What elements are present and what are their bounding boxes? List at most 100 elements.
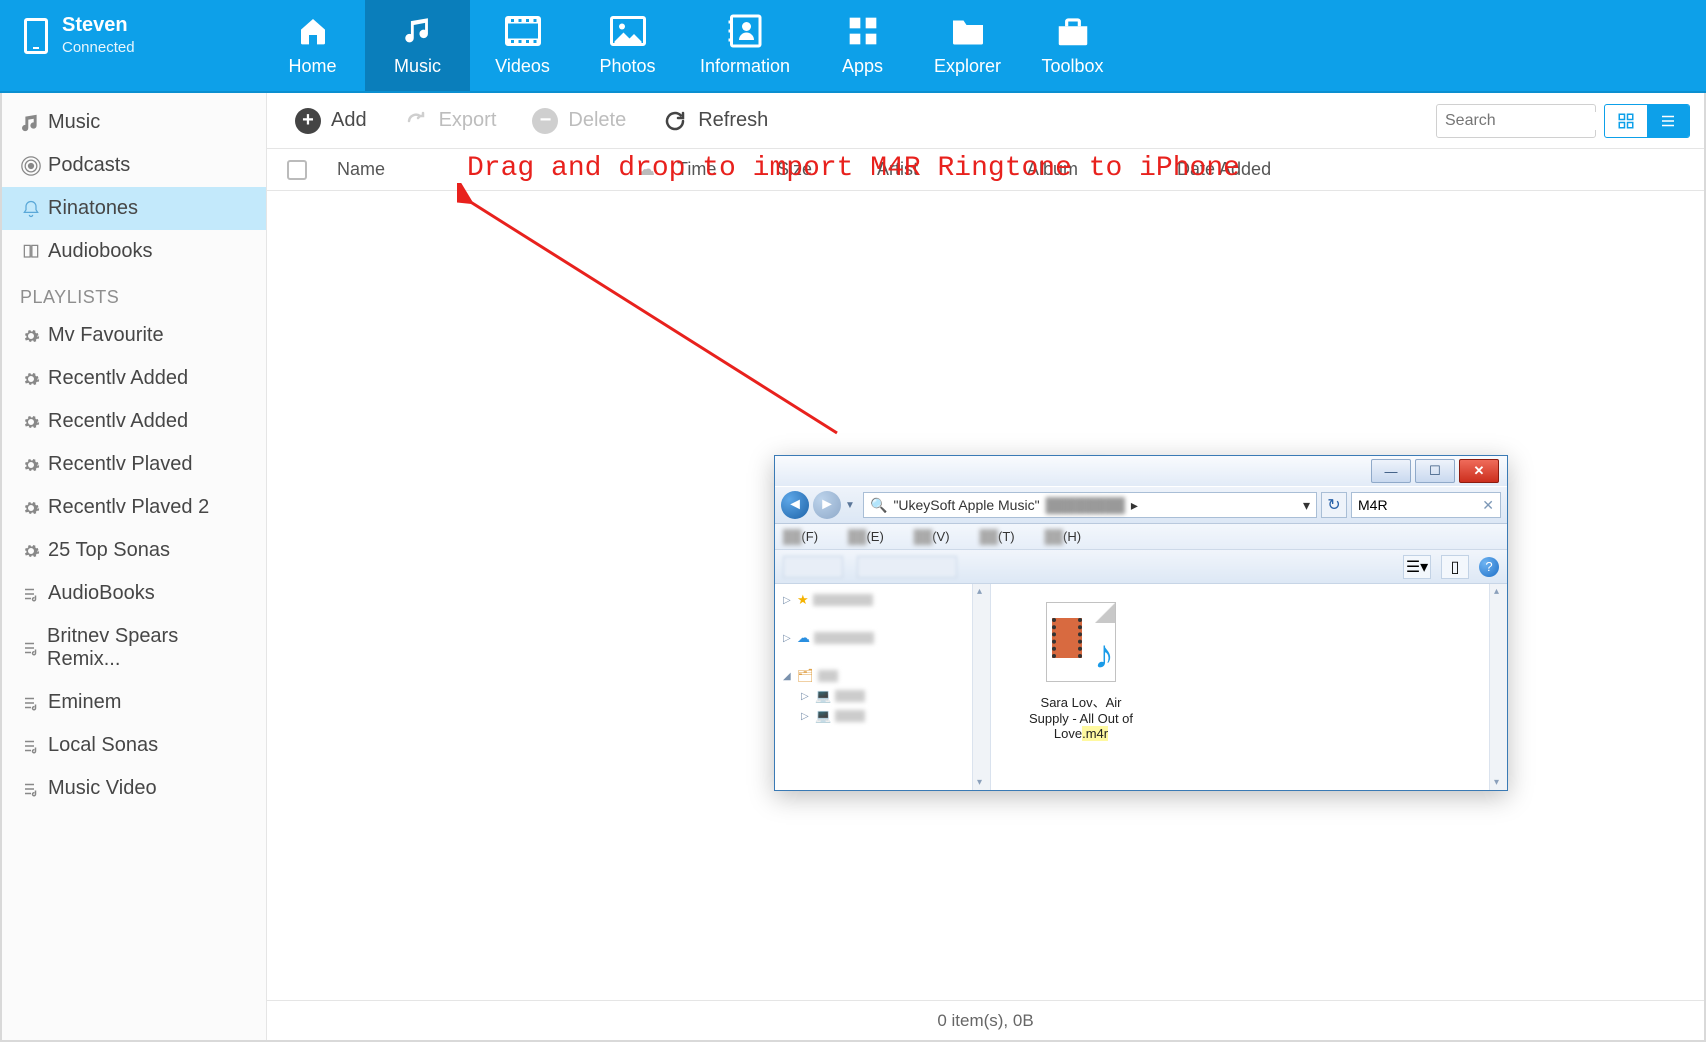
sidebar-item-label: Recentlv Added [48,367,188,390]
tree-item-computer[interactable]: ▷💻 [779,686,986,706]
tab-toolbox[interactable]: Toolbox [1020,0,1125,91]
clear-filter-icon[interactable]: ✕ [1482,497,1494,514]
help-button[interactable]: ? [1479,557,1499,577]
tab-information[interactable]: Information [680,0,810,91]
menu-tools[interactable]: ██(T) [980,529,1015,544]
sidebar-item-label: Eminem [48,691,121,714]
top-navigation: Steven Connected Home Music Videos Photo… [0,0,1706,93]
organize-button[interactable] [783,556,843,578]
explorer-commandbar: ☰▾ ▯ ? [775,550,1507,584]
bell-icon [20,198,42,220]
annotation-text: Drag and drop to import M4R Ringtone to … [467,153,1240,184]
minus-icon: − [532,108,558,134]
tab-photos[interactable]: Photos [575,0,680,91]
files-scrollbar[interactable] [1489,584,1507,790]
tab-music[interactable]: Music [365,0,470,91]
sidebar-item-label: Music [48,111,100,134]
export-button[interactable]: Export [389,102,511,140]
tab-explorer[interactable]: Explorer [915,0,1020,91]
sidebar-item-podcasts[interactable]: Podcasts [2,144,266,187]
file-icon: ♪ [1036,594,1126,688]
sidebar-playlist-favourite[interactable]: Mv Favourite [2,314,266,357]
file-item-m4r[interactable]: ♪ Sara Lov、Air Supply - All Out of Love.… [1021,594,1141,741]
gear-icon [20,325,42,347]
gear-icon [20,368,42,390]
list-view-button[interactable] [1647,105,1689,137]
command-button[interactable] [857,556,957,578]
sidebar-item-label: Local Sonas [48,734,158,757]
nav-back-button[interactable]: ◄ [781,491,809,519]
search-filter-box[interactable]: M4R ✕ [1351,492,1501,518]
file-name: Sara Lov、Air Supply - All Out of Love.m4… [1021,692,1141,741]
nav-tabs: Home Music Videos Photos Information App… [260,0,1125,91]
tree-item-pc[interactable]: ▷💻 [779,706,986,726]
refresh-button[interactable]: ↻ [1321,492,1347,518]
sidebar-playlist-eminem[interactable]: Eminem [2,681,266,724]
windows-explorer-window[interactable]: — ☐ ✕ ◄ ► ▼ 🔍 "UkeySoft Apple Music" ███… [774,455,1508,791]
sidebar-playlist-recent1[interactable]: Recentlv Added [2,357,266,400]
nav-forward-button[interactable]: ► [813,491,841,519]
sidebar-playlist-played[interactable]: Recentlv Plaved [2,443,266,486]
status-bar: 0 item(s), 0B [267,1000,1704,1040]
photo-icon [609,14,647,48]
tree-item-cloud[interactable]: ▷☁ [779,628,986,648]
view-toggle [1604,104,1690,138]
phone-icon [24,18,48,54]
tree-item-libraries[interactable]: ◢🗂 [779,666,986,686]
sidebar-item-ringtones[interactable]: Rinatones [2,187,266,230]
tab-apps[interactable]: Apps [810,0,915,91]
sidebar-playlist-audiobooks[interactable]: AudioBooks [2,572,266,615]
explorer-files-pane[interactable]: ♪ Sara Lov、Air Supply - All Out of Love.… [991,584,1507,790]
explorer-menubar: ██(F) ██(E) ██(V) ██(T) ██(H) [775,524,1507,550]
video-icon [504,14,542,48]
playlist-icon [20,778,42,800]
view-options-button[interactable]: ☰▾ [1403,555,1431,579]
book-icon [20,241,42,263]
sidebar-item-label: AudioBooks [48,582,155,605]
menu-edit[interactable]: ██(E) [848,529,884,544]
tab-home[interactable]: Home [260,0,365,91]
menu-file[interactable]: ██(F) [783,529,818,544]
grid-view-button[interactable] [1605,105,1647,137]
tree-scrollbar[interactable] [972,584,990,790]
toolbox-icon [1054,14,1092,48]
preview-pane-button[interactable]: ▯ [1441,555,1469,579]
sidebar-playlist-local[interactable]: Local Sonas [2,724,266,767]
address-path: "UkeySoft Apple Music" [893,497,1039,513]
sidebar: Music Podcasts Rinatones Audiobooks PLAY… [2,93,267,1040]
delete-button[interactable]: −Delete [518,102,640,140]
sidebar-playlist-played2[interactable]: Recentlv Plaved 2 [2,486,266,529]
sidebar-item-label: Recentlv Plaved 2 [48,496,209,519]
sidebar-playlist-britney[interactable]: Britnev Spears Remix... [2,615,266,681]
nav-history-dropdown[interactable]: ▼ [845,500,859,511]
sidebar-item-label: Recentlv Plaved [48,453,193,476]
select-all-checkbox[interactable] [287,160,307,180]
refresh-button[interactable]: Refresh [648,102,782,140]
address-bar[interactable]: 🔍 "UkeySoft Apple Music" ████████▸ ▾ [863,492,1317,518]
sidebar-item-label: Audiobooks [48,240,153,263]
sidebar-item-label: Mv Favourite [48,324,164,347]
playlist-icon [20,735,42,757]
close-button[interactable]: ✕ [1459,459,1499,483]
minimize-button[interactable]: — [1371,459,1411,483]
sidebar-playlist-musicvideo[interactable]: Music Video [2,767,266,810]
maximize-button[interactable]: ☐ [1415,459,1455,483]
tab-videos[interactable]: Videos [470,0,575,91]
gear-icon [20,454,42,476]
explorer-tree[interactable]: ▷★ ▷☁ ◢🗂 ▷💻 ▷💻 [775,584,991,790]
plus-icon: + [295,108,321,134]
sidebar-item-label: Britnev Spears Remix... [47,625,248,671]
search-box[interactable] [1436,104,1596,138]
sidebar-item-label: Rinatones [48,197,138,220]
tree-item-favorites[interactable]: ▷★ [779,590,986,610]
sidebar-item-music[interactable]: Music [2,101,266,144]
menu-view[interactable]: ██(V) [914,529,950,544]
sidebar-playlist-top25[interactable]: 25 Top Sonas [2,529,266,572]
device-status: Connected [62,39,135,56]
explorer-titlebar[interactable]: — ☐ ✕ [775,456,1507,486]
playlist-icon [20,583,42,605]
add-button[interactable]: +Add [281,102,381,140]
sidebar-item-audiobooks[interactable]: Audiobooks [2,230,266,273]
menu-help[interactable]: ██(H) [1045,529,1081,544]
sidebar-playlist-recent2[interactable]: Recentlv Added [2,400,266,443]
